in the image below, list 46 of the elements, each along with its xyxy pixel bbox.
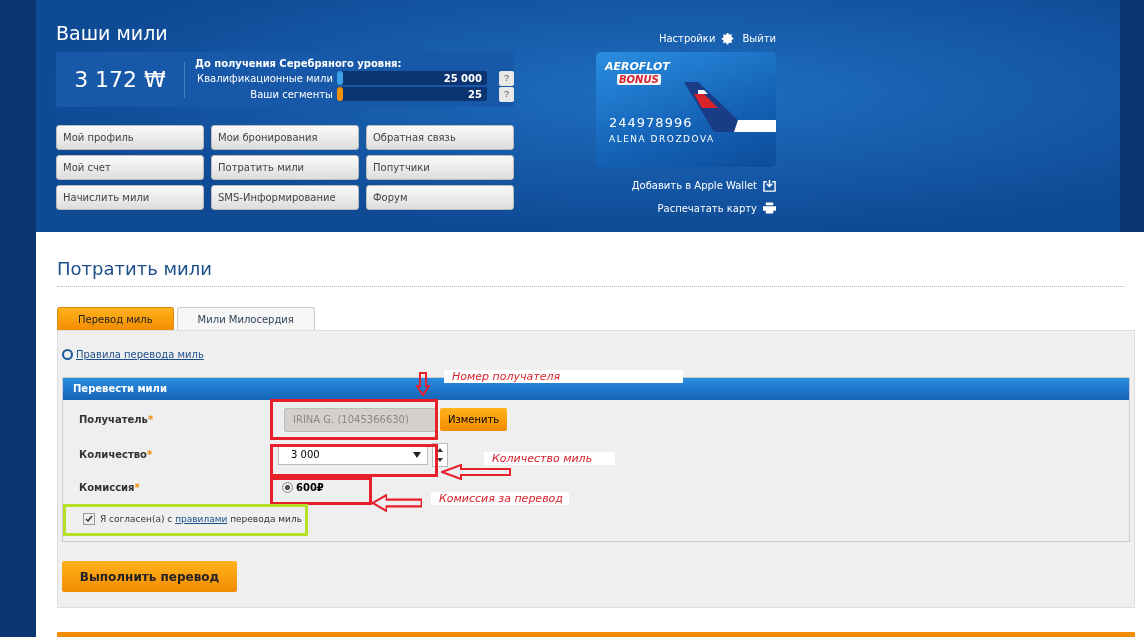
nav-button[interactable]: Мой счет — [56, 155, 204, 180]
nav-button[interactable]: SMS-Информирование — [211, 185, 359, 210]
field-label: Количество* — [79, 449, 154, 460]
settings-icon — [721, 31, 735, 45]
annotation-label: Комиссия за перевод — [431, 492, 569, 505]
fee-radio[interactable] — [282, 482, 293, 493]
meter-label: Квалификационные мили — [196, 72, 333, 84]
nav-button[interactable]: Попутчики — [366, 155, 514, 180]
tab[interactable]: Мили Милосердия — [176, 307, 315, 330]
field-label: Получатель* — [79, 414, 155, 425]
annotation-label: Номер получателя — [444, 370, 683, 383]
wallet-link[interactable]: Добавить в Apple Wallet — [631, 179, 776, 192]
nav-button[interactable]: Мои бронирования — [211, 125, 359, 150]
logout-link[interactable]: Выйти — [742, 32, 776, 44]
nav-button[interactable]: Форум — [366, 185, 514, 210]
card-brand: AEROFLOT — [605, 60, 670, 73]
card-program: BONUS — [617, 74, 661, 85]
card-holder: ALENA DROZDOVA — [609, 134, 715, 144]
rules-link[interactable]: Правила перевода миль — [62, 349, 204, 360]
card-number: 244978996 — [609, 115, 693, 130]
nav-button[interactable]: Потратить мили — [211, 155, 359, 180]
fee-value: 600₽ — [296, 482, 324, 493]
print-link[interactable]: Распечатать карту — [657, 202, 776, 214]
help-button[interactable]: ? — [499, 70, 514, 86]
agree-checkbox[interactable] — [83, 513, 95, 525]
progress-title: До получения Серебряного уровня: — [195, 57, 403, 69]
nav-button[interactable]: Начислить мили — [56, 185, 204, 210]
meter-label: Ваши сегменты — [249, 88, 333, 100]
caret-icon — [413, 451, 421, 458]
rules-link[interactable]: правилами — [175, 514, 228, 524]
nav-button[interactable]: Мой профиль — [56, 125, 204, 150]
nav-button[interactable]: Обратная связь — [366, 125, 514, 150]
help-button[interactable]: ? — [499, 86, 514, 102]
field-label: Комиссия* — [79, 482, 141, 493]
download-icon — [763, 179, 776, 192]
meter-reading: 25 — [468, 88, 483, 100]
settings-link[interactable]: Настройки — [658, 31, 735, 45]
meter-reading: 25 000 — [443, 72, 483, 84]
printer-icon — [763, 202, 776, 214]
submit-button[interactable]: Выполнить перевод — [62, 561, 237, 592]
miles-balance: 3 172 ₩ — [56, 61, 185, 98]
tab[interactable]: Перевод миль — [57, 307, 174, 330]
annotation-label: Количество миль — [484, 452, 615, 465]
section-title: Ваши мили — [56, 22, 169, 46]
agreement-text: Я согласен(а) с правилами перевода миль — [100, 514, 302, 524]
page-title: Потратить мили — [57, 258, 213, 281]
